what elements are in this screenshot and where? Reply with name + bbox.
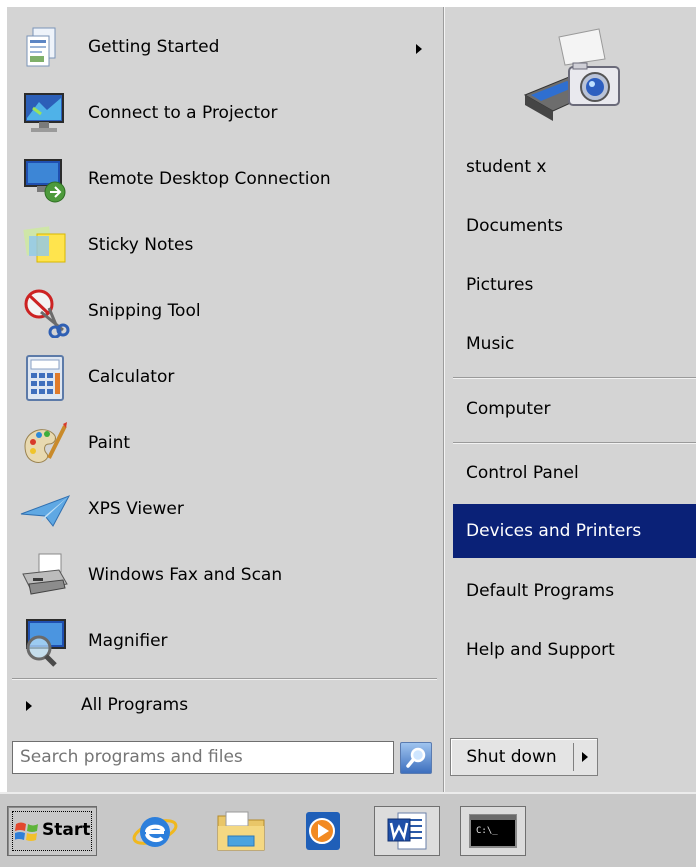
control-panel-label: Control Panel xyxy=(466,463,579,483)
calculator-icon xyxy=(19,352,71,404)
program-paint[interactable]: Paint xyxy=(7,410,443,476)
program-label: Windows Fax and Scan xyxy=(88,565,283,585)
computer-label: Computer xyxy=(466,399,551,419)
devices-printers-label: Devices and Printers xyxy=(466,521,642,541)
fax-scan-icon xyxy=(19,550,71,602)
program-label: Sticky Notes xyxy=(88,235,194,255)
start-button[interactable]: Start xyxy=(7,806,97,856)
search-row: Shut down xyxy=(7,733,696,792)
xps-viewer-icon xyxy=(19,484,71,536)
program-fax-scan[interactable]: Windows Fax and Scan xyxy=(7,542,443,608)
music-label: Music xyxy=(466,334,515,354)
pictures-label: Pictures xyxy=(466,275,534,295)
expand-arrow-icon xyxy=(26,701,32,711)
search-button[interactable] xyxy=(400,742,432,774)
program-label: Getting Started xyxy=(88,37,220,57)
shutdown-divider xyxy=(573,743,574,771)
program-snipping-tool[interactable]: Snipping Tool xyxy=(7,278,443,344)
devices-printers-link[interactable]: Devices and Printers xyxy=(453,504,696,558)
program-label: Calculator xyxy=(88,367,175,387)
program-calculator[interactable]: Calculator xyxy=(7,344,443,410)
projector-icon xyxy=(19,88,71,140)
music-link[interactable]: Music xyxy=(453,319,696,369)
search-icon xyxy=(406,747,426,768)
places-pane: student x Documents Pictures Music Compu… xyxy=(445,7,696,727)
sticky-notes-icon xyxy=(19,220,71,272)
program-sticky-notes[interactable]: Sticky Notes xyxy=(7,212,443,278)
taskbar-command-prompt[interactable]: C:\_ xyxy=(460,806,526,856)
program-getting-started[interactable]: Getting Started xyxy=(7,14,443,80)
all-programs-label: All Programs xyxy=(81,695,189,715)
control-panel-link[interactable]: Control Panel xyxy=(453,448,696,498)
taskbar: Start C:\_ xyxy=(0,792,696,867)
program-remote-desktop[interactable]: Remote Desktop Connection xyxy=(7,146,443,212)
program-magnifier[interactable]: Magnifier xyxy=(7,608,443,674)
pictures-link[interactable]: Pictures xyxy=(453,260,696,310)
word-icon xyxy=(387,812,427,850)
default-programs-link[interactable]: Default Programs xyxy=(453,566,696,616)
program-label: Paint xyxy=(88,433,131,453)
taskbar-media-player[interactable] xyxy=(290,806,356,856)
shutdown-options-arrow-icon[interactable] xyxy=(582,752,588,762)
program-label: XPS Viewer xyxy=(88,499,184,519)
windows-explorer-icon xyxy=(217,811,265,851)
shutdown-label: Shut down xyxy=(466,747,557,767)
search-box[interactable] xyxy=(12,741,394,774)
devices-printers-picture-icon[interactable] xyxy=(517,25,629,129)
internet-explorer-icon xyxy=(132,817,178,847)
windows-logo-icon xyxy=(14,821,39,843)
user-name-label: student x xyxy=(466,157,547,177)
taskbar-windows-explorer[interactable] xyxy=(208,806,274,856)
program-xps-viewer[interactable]: XPS Viewer xyxy=(7,476,443,542)
computer-link[interactable]: Computer xyxy=(453,384,696,434)
program-connect-projector[interactable]: Connect to a Projector xyxy=(7,80,443,146)
start-menu: Getting Started Connect to a Projector R… xyxy=(7,7,696,792)
cmd-prompt-text: C:\_ xyxy=(476,826,498,836)
submenu-arrow-icon xyxy=(416,44,422,54)
remote-desktop-icon xyxy=(19,154,71,206)
documents-link[interactable]: Documents xyxy=(453,201,696,251)
program-label: Remote Desktop Connection xyxy=(88,169,331,189)
magnifier-icon xyxy=(19,616,71,668)
snipping-tool-icon xyxy=(19,286,71,339)
programs-pane: Getting Started Connect to a Projector R… xyxy=(7,7,443,727)
programs-divider xyxy=(12,678,437,680)
documents-label: Documents xyxy=(466,216,563,236)
all-programs-button[interactable]: All Programs xyxy=(7,687,443,725)
taskbar-word[interactable] xyxy=(374,806,440,856)
command-prompt-icon: C:\_ xyxy=(469,814,517,848)
program-label: Magnifier xyxy=(88,631,168,651)
default-programs-label: Default Programs xyxy=(466,581,615,601)
user-folder-link[interactable]: student x xyxy=(453,142,696,192)
help-support-label: Help and Support xyxy=(466,640,615,660)
shutdown-button[interactable]: Shut down xyxy=(450,738,598,776)
media-player-icon xyxy=(306,812,340,850)
help-support-link[interactable]: Help and Support xyxy=(453,625,696,675)
places-divider xyxy=(453,442,696,444)
places-divider xyxy=(453,377,696,379)
program-label: Snipping Tool xyxy=(88,301,201,321)
getting-started-icon xyxy=(19,22,71,74)
taskbar-internet-explorer[interactable] xyxy=(122,806,188,856)
program-label: Connect to a Projector xyxy=(88,103,278,123)
start-label: Start xyxy=(42,820,91,840)
paint-icon xyxy=(19,418,71,470)
search-input[interactable] xyxy=(13,742,380,772)
